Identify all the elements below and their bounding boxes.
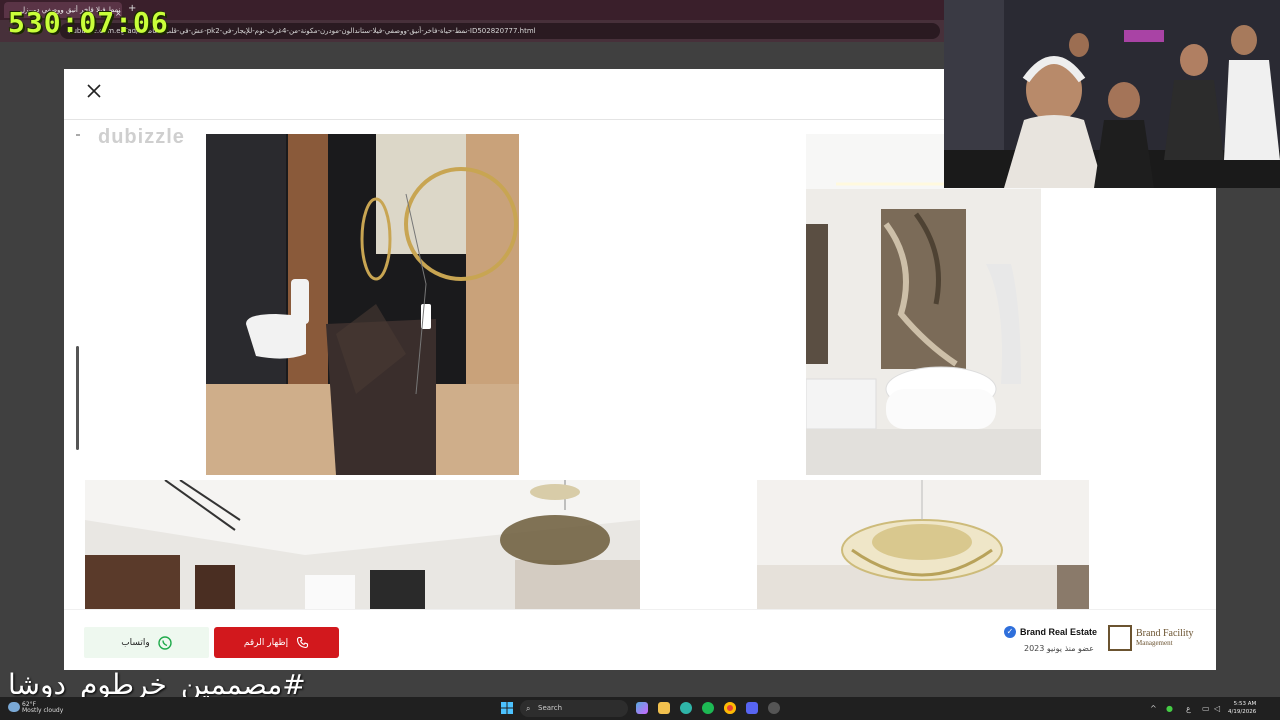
- taskbar-clock[interactable]: 5:53 AM 4/19/2026: [1228, 700, 1256, 716]
- living-room-photo-image: [85, 480, 640, 609]
- chrome-icon[interactable]: [724, 702, 736, 714]
- photo-gallery[interactable]: dubizzle: [64, 120, 1216, 609]
- whatsapp-icon: [158, 635, 172, 650]
- taskbar-search[interactable]: ⌕ Search: [520, 700, 628, 717]
- bathroom-photo-image: [206, 134, 519, 475]
- scroll-tick: [76, 134, 80, 136]
- app-icon[interactable]: [768, 702, 780, 714]
- dubizzle-watermark: dubizzle: [98, 126, 185, 148]
- edge-icon[interactable]: [680, 702, 692, 714]
- url-field[interactable]: dubizzle.com.eg/ad/عش-في-قلب-العاصمة-pk2…: [60, 23, 940, 39]
- whatsapp-button-label: واتساب: [121, 637, 150, 648]
- webcam-image: [944, 0, 1280, 188]
- windows-taskbar: 62°F Mostly cloudy ⌕ Search ^ ● ع ▭ ◁ 5:…: [0, 697, 1280, 720]
- close-button[interactable]: [84, 81, 104, 101]
- spotify-icon[interactable]: [702, 702, 714, 714]
- file-explorer-icon[interactable]: [658, 702, 670, 714]
- member-since: عضو منذ يونيو 2023: [1024, 644, 1094, 653]
- show-number-label: إظهار الرقم: [243, 637, 289, 648]
- photo-dark-marble-bathroom[interactable]: [206, 134, 519, 475]
- brand-logo-line1: Brand Facility: [1136, 627, 1194, 639]
- discord-icon[interactable]: [746, 702, 758, 714]
- verified-badge-icon: ✓: [1004, 626, 1016, 638]
- stream-counter: 530:07:06: [8, 6, 169, 39]
- phone-icon: [297, 636, 309, 649]
- seller-logo[interactable]: Brand Facility Management: [1108, 624, 1194, 652]
- volume-icon[interactable]: ◁: [1214, 704, 1220, 713]
- streamer-webcam-overlay: [944, 0, 1280, 188]
- clock-date: 4/19/2026: [1228, 709, 1257, 715]
- show-number-button[interactable]: إظهار الرقم: [214, 627, 339, 658]
- weather-temp: 62°F: [22, 701, 37, 708]
- close-icon: [87, 84, 101, 98]
- brand-logo-line2: Management: [1136, 638, 1173, 647]
- photo-living-room-chandelier[interactable]: [85, 480, 640, 609]
- seller-name[interactable]: Brand Real Estate: [1020, 627, 1097, 637]
- tray-app-icon[interactable]: ●: [1166, 704, 1173, 713]
- search-icon: ⌕: [526, 704, 531, 713]
- windows-start-icon[interactable]: [501, 702, 513, 714]
- chandelier-photo-image: [757, 480, 1089, 609]
- brand-logo-mark-icon: [1108, 625, 1132, 651]
- brand-logo-text: Brand Facility Management: [1136, 627, 1194, 648]
- taskbar-search-label: Search: [538, 704, 563, 712]
- weather-icon: [8, 702, 20, 712]
- photo-crystal-chandelier[interactable]: [757, 480, 1089, 609]
- keyboard-language-icon[interactable]: ع: [1186, 704, 1191, 713]
- weather-desc: Mostly cloudy: [22, 707, 64, 714]
- network-icon[interactable]: ▭: [1202, 704, 1210, 713]
- contact-action-bar: واتساب إظهار الرقم ✓ Brand Real Estate ع…: [64, 609, 1216, 670]
- whatsapp-button[interactable]: واتساب: [84, 627, 209, 658]
- copilot-icon[interactable]: [636, 702, 648, 714]
- clock-time: 5:53 AM: [1233, 701, 1257, 707]
- tray-overflow-icon[interactable]: ^: [1150, 704, 1157, 713]
- gallery-scrollbar[interactable]: [76, 346, 79, 450]
- weather-widget[interactable]: 62°F Mostly cloudy: [22, 701, 64, 714]
